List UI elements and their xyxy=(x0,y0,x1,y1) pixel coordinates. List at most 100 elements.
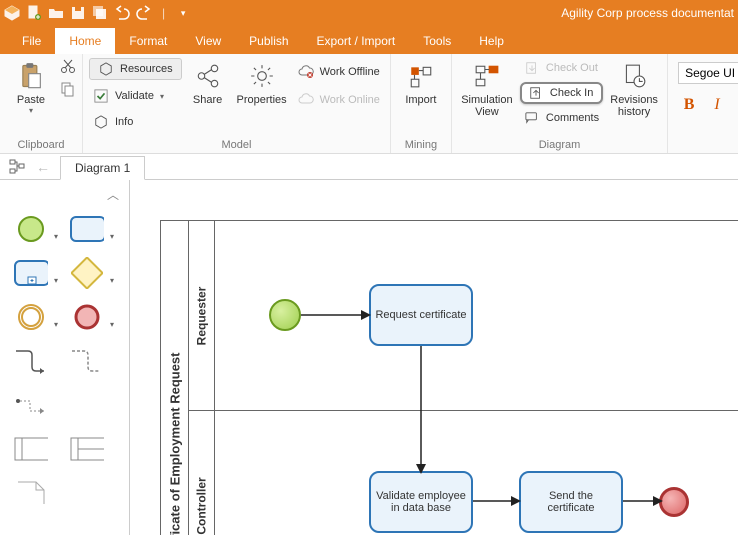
diagram-group-label: Diagram xyxy=(458,137,661,151)
bpmn-lane-requester[interactable]: Requester Request certificate xyxy=(189,221,738,411)
document-tab[interactable]: Diagram 1 xyxy=(60,156,145,180)
lane1-title: Requester xyxy=(195,286,209,345)
end-event[interactable] xyxy=(659,487,689,517)
chevron-down-icon: ▾ xyxy=(160,92,164,101)
lane-shape[interactable] xyxy=(70,435,104,463)
pool-title: Certificate of Employment Request xyxy=(167,352,182,535)
association-shape[interactable] xyxy=(14,391,48,419)
sequence-flow[interactable] xyxy=(623,495,663,509)
workspace: ︿ ▾ ▾ ▾ ▾ ▾ ▾ Cer xyxy=(0,180,738,535)
tab-publish[interactable]: Publish xyxy=(235,28,302,54)
bpmn-lane-controller[interactable]: Controller Validate employee in data bas… xyxy=(189,411,738,535)
start-event[interactable] xyxy=(269,299,301,331)
tree-view-icon[interactable] xyxy=(4,155,30,179)
simulation-icon xyxy=(473,62,501,90)
tab-view[interactable]: View xyxy=(181,28,235,54)
history-icon xyxy=(620,62,648,90)
properties-label: Properties xyxy=(237,94,287,106)
open-icon[interactable] xyxy=(48,5,64,21)
app-icon[interactable] xyxy=(4,5,20,21)
back-icon[interactable]: ← xyxy=(30,155,56,179)
bpmn-pool[interactable]: Certificate of Employment Request Reques… xyxy=(160,220,738,535)
copy-icon[interactable] xyxy=(60,81,76,100)
simulation-view-label: Simulation View xyxy=(460,94,514,118)
sequence-flow[interactable] xyxy=(301,309,371,323)
pool-label: Certificate of Employment Request xyxy=(161,221,189,535)
task-send-certificate[interactable]: Send the certificate xyxy=(519,471,623,533)
hexagon-icon xyxy=(93,114,109,130)
mining-group-label: Mining xyxy=(397,137,445,151)
pool-shape[interactable] xyxy=(14,435,48,463)
ribbon-group-clipboard: Paste ▾ Clipboard xyxy=(0,54,83,153)
title-bar: | ▾ Agility Corp process documentat xyxy=(0,0,738,26)
window-title: Agility Corp process documentat xyxy=(561,6,734,20)
task-validate-employee[interactable]: Validate employee in data base xyxy=(369,471,473,533)
comments-label: Comments xyxy=(546,112,599,124)
work-online-label: Work Online xyxy=(320,94,380,106)
tab-format[interactable]: Format xyxy=(115,28,181,54)
sequence-flow[interactable] xyxy=(473,495,521,509)
gear-icon xyxy=(248,62,276,90)
redo-icon[interactable] xyxy=(136,5,152,21)
paste-button[interactable]: Paste ▾ xyxy=(6,58,56,119)
shape-palette: ︿ ▾ ▾ ▾ ▾ ▾ ▾ xyxy=(0,180,130,535)
sequence-flow-shape[interactable] xyxy=(14,347,48,375)
share-button[interactable]: Share xyxy=(186,58,230,110)
resources-button[interactable]: Resources xyxy=(89,58,182,80)
italic-button[interactable]: I xyxy=(708,96,726,114)
message-flow-shape[interactable] xyxy=(70,347,104,375)
resources-label: Resources xyxy=(120,63,173,75)
tab-home[interactable]: Home xyxy=(55,28,115,54)
sequence-flow[interactable] xyxy=(415,346,429,474)
chevron-down-icon: ▾ xyxy=(29,106,33,115)
qat-dropdown-icon[interactable]: ▾ xyxy=(175,5,191,21)
font-name-input[interactable] xyxy=(678,62,738,84)
intermediate-event-shape[interactable]: ▾ xyxy=(14,303,48,331)
info-button[interactable]: Info xyxy=(89,112,182,132)
hexagon-icon xyxy=(98,61,114,77)
ribbon-group-diagram: Simulation View Check Out Check In Comme… xyxy=(452,54,668,153)
paste-icon xyxy=(17,62,45,90)
ribbon: Paste ▾ Clipboard Resources Validate ▾ xyxy=(0,54,738,154)
tab-export-import[interactable]: Export / Import xyxy=(303,28,410,54)
diagram-canvas[interactable]: Certificate of Employment Request Reques… xyxy=(130,180,738,535)
scroll-up-icon[interactable]: ︿ xyxy=(6,186,123,207)
end-event-shape[interactable]: ▾ xyxy=(70,303,104,331)
revisions-history-button[interactable]: Revisions history xyxy=(607,58,661,122)
lane-label: Requester xyxy=(189,221,215,410)
tab-help[interactable]: Help xyxy=(465,28,518,54)
clipboard-group-label: Clipboard xyxy=(6,137,76,151)
cut-icon[interactable] xyxy=(60,58,76,77)
import-button[interactable]: Import xyxy=(397,58,445,110)
cloud-on-icon xyxy=(298,92,314,108)
validate-button[interactable]: Validate ▾ xyxy=(89,86,182,106)
ribbon-group-font: B I U xyxy=(668,54,738,153)
check-out-button: Check Out xyxy=(520,58,603,78)
bold-button[interactable]: B xyxy=(680,96,698,114)
ribbon-tabs: File Home Format View Publish Export / I… xyxy=(0,26,738,54)
simulation-view-button[interactable]: Simulation View xyxy=(458,58,516,122)
check-out-label: Check Out xyxy=(546,62,598,74)
annotation-shape[interactable] xyxy=(14,479,48,507)
properties-button[interactable]: Properties xyxy=(234,58,290,110)
empty-slot xyxy=(70,479,104,507)
save-all-icon[interactable] xyxy=(92,5,108,21)
comments-button[interactable]: Comments xyxy=(520,108,603,128)
subprocess-shape[interactable]: ▾ xyxy=(14,259,48,287)
task-shape[interactable]: ▾ xyxy=(70,215,104,243)
start-event-shape[interactable]: ▾ xyxy=(14,215,48,243)
save-icon[interactable] xyxy=(70,5,86,21)
undo-icon[interactable] xyxy=(114,5,130,21)
tab-tools[interactable]: Tools xyxy=(409,28,465,54)
task-request-certificate[interactable]: Request certificate xyxy=(369,284,473,346)
gateway-shape[interactable]: ▾ xyxy=(70,259,104,287)
check-in-button[interactable]: Check In xyxy=(520,82,603,104)
task-label: Send the certificate xyxy=(525,490,617,514)
work-offline-button[interactable]: Work Offline xyxy=(294,62,384,82)
check-in-icon xyxy=(528,85,544,101)
tab-file[interactable]: File xyxy=(8,28,55,54)
comments-icon xyxy=(524,110,540,126)
new-icon[interactable] xyxy=(26,5,42,21)
ribbon-group-model: Resources Validate ▾ Info Share Properti… xyxy=(83,54,391,153)
info-label: Info xyxy=(115,116,133,128)
